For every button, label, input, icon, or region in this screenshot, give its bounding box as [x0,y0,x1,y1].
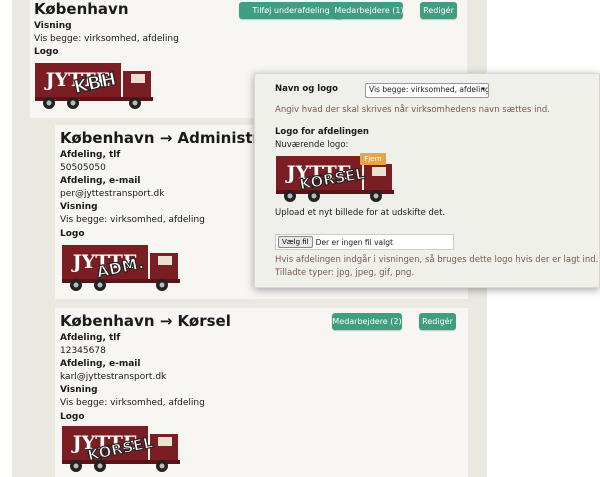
file-status: Der er ingen fil valgt [315,237,393,247]
email-label: Afdeling, e-mail [60,359,141,369]
department-card-korsel: København → Kørsel Medarbejdere (2) Redi… [55,308,468,477]
remove-logo-button[interactable]: Fjern [360,153,386,165]
department-title: København [34,0,129,18]
phone-label: Afdeling, tlf [60,333,121,343]
truck-logo-admin: JYTTE ADM. [62,245,180,291]
phone-value: 50505050 [60,163,106,173]
name-help-text: Angiv hvad der skal skrives når virksomh… [275,105,550,115]
visning-label: Visning [60,385,98,395]
edit-button[interactable]: Redigér [419,313,456,330]
current-logo-label: Nuværende logo: [275,140,349,150]
logo-section-label: Logo for afdelingen [275,127,369,137]
add-subdepartment-button[interactable]: Tilføj underafdeling [239,2,343,19]
visning-value: Vis begge: virksomhed, afdeling [60,215,205,225]
logo-help-text: Hvis afdelingen indgår i visningen, så b… [275,255,600,265]
allowed-types-text: Tilladte typer: jpg, jpeg, gif, png. [275,268,415,278]
email-label: Afdeling, e-mail [60,176,141,186]
department-title: København → Kørsel [60,312,231,330]
select-value: Vis begge: virksomhed, afdeling [369,85,489,94]
stage: København Tilføj underafdeling Medarbejd… [0,0,600,477]
name-display-select[interactable]: Vis begge: virksomhed, afdeling ▾ [365,83,489,98]
members-button[interactable]: Medarbejdere (2) [332,313,402,330]
visning-label: Visning [34,21,72,31]
chevron-down-icon: ▾ [481,85,485,93]
edit-department-popup: Navn og logo Vis begge: virksomhed, afde… [254,73,600,288]
name-logo-label: Navn og logo [275,84,338,94]
edit-button[interactable]: Redigér [420,2,457,19]
logo-label: Logo [34,47,59,57]
email-value: per@jyttestransport.dk [60,189,165,199]
truck-logo-kbh: JYTTE KBH [35,63,153,109]
visning-value: Vis begge: virksomhed, afdeling [34,34,179,44]
email-value: karl@jyttestransport.dk [60,372,167,382]
visning-label: Visning [60,202,98,212]
members-button[interactable]: Medarbejdere (1) [334,2,404,19]
logo-label: Logo [60,412,85,422]
choose-file-button[interactable]: Vælg fil [278,236,313,248]
logo-label: Logo [60,229,85,239]
phone-value: 12345678 [60,346,106,356]
visning-value: Vis begge: virksomhed, afdeling [60,398,205,408]
truck-logo-korsel: JYTTE KØRSEL [62,426,180,472]
phone-label: Afdeling, tlf [60,150,121,160]
upload-instruction: Upload et nyt billede for at udskifte de… [275,208,446,218]
file-upload-field[interactable]: Vælg fil Der er ingen fil valgt [275,234,454,250]
